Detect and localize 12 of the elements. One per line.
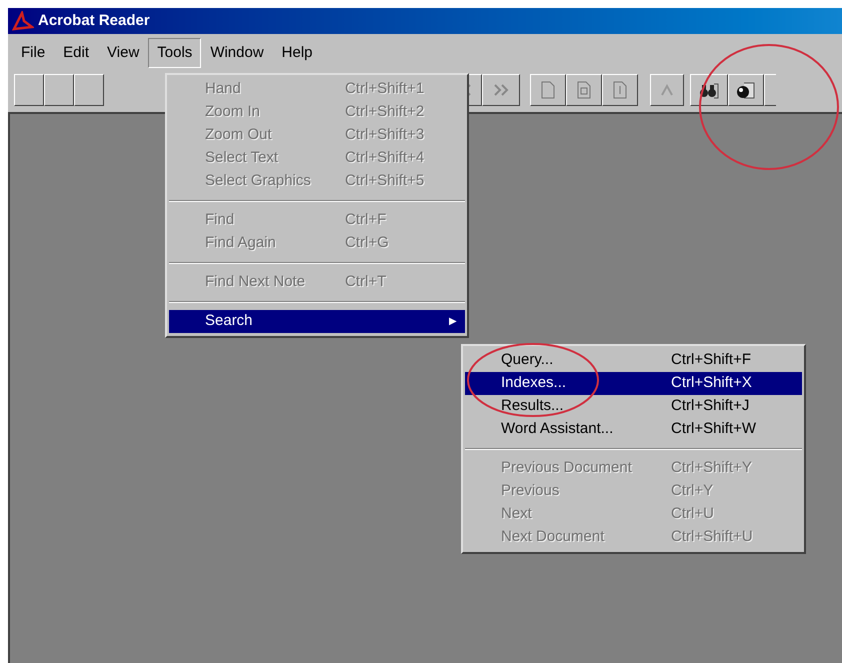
menu-item[interactable]: File [12,38,54,68]
window-title: Acrobat Reader [38,10,150,31]
menu-item[interactable]: Results... Ctrl+Shift+J [465,395,802,418]
menu-item[interactable]: Tools [148,38,202,68]
menu-item[interactable]: Query... Ctrl+Shift+F [465,349,802,372]
menu-item[interactable]: Edit [54,38,98,68]
menu-item[interactable]: View [98,38,148,68]
menu-item[interactable]: Search ▶ [169,310,465,333]
menu-item[interactable]: Indexes... Ctrl+Shift+X [465,372,802,395]
menu-item[interactable]: Window [201,38,273,68]
menu-item[interactable]: Word Assistant... Ctrl+Shift+W [465,418,802,441]
menu-item[interactable]: Help [272,38,322,68]
